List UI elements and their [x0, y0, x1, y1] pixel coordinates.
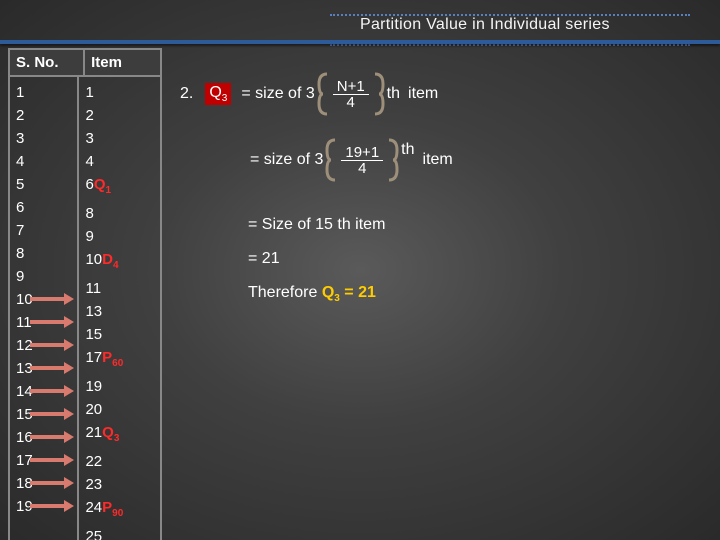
right-bracket-icon: [385, 138, 399, 182]
sno-column: 12345678910111213141516171819: [10, 77, 79, 540]
table-row: 9: [85, 225, 154, 248]
table-row: 20: [85, 398, 154, 421]
header-sno: S. No.: [10, 50, 85, 75]
arrow-icon: [30, 481, 66, 485]
table-row: 19: [85, 375, 154, 398]
table-row: 3: [85, 127, 154, 150]
step-number: 2.: [180, 85, 193, 103]
table-row: 15: [85, 323, 154, 346]
arrow-icon: [30, 435, 66, 439]
arrow-icon: [30, 412, 66, 416]
table-row: 4: [16, 150, 71, 173]
table-row: 4: [85, 150, 154, 173]
partition-marker: Q: [94, 176, 106, 193]
partition-marker: D: [102, 251, 113, 268]
arrow-icon: [30, 320, 66, 324]
equations: 2. Q3 = size of 3 N+1 4 th item = size o…: [180, 72, 457, 204]
table-row: 2: [85, 104, 154, 127]
title-underline: [0, 40, 720, 44]
item-column: 12346Q18910D411131517P60192021Q3222324P9…: [79, 77, 160, 540]
table-row: 8: [85, 202, 154, 225]
partition-marker: Q: [102, 424, 114, 441]
table-header: S. No. Item: [10, 50, 160, 77]
partition-marker: P: [102, 499, 112, 516]
equation-2: = size of 3 19+1 4 th item: [246, 138, 457, 182]
fraction-1: N+1 4: [333, 79, 369, 110]
table-row: 5: [16, 173, 71, 196]
arrow-icon: [30, 389, 66, 393]
table-row: 25: [85, 525, 154, 540]
table-row: 7: [16, 219, 71, 242]
arrow-icon: [30, 343, 66, 347]
arrow-icon: [30, 297, 66, 301]
results: = Size of 15 th item = 21 Therefore Q3 =…: [248, 208, 385, 316]
result-line-3: Therefore Q3 = 21: [248, 276, 385, 316]
table-body: 12345678910111213141516171819 12346Q1891…: [10, 77, 160, 540]
header-item: Item: [85, 50, 160, 75]
table-row: 8: [16, 242, 71, 265]
table-row: 6Q1: [85, 173, 154, 202]
table-row: 13: [85, 300, 154, 323]
arrow-icon: [30, 504, 66, 508]
right-bracket-icon: [371, 72, 385, 116]
q3-box: Q3: [205, 83, 231, 105]
page-title: Partition Value in Individual series: [360, 16, 610, 34]
table-row: 1: [85, 81, 154, 104]
table-row: 17P60: [85, 346, 154, 375]
result-line-2: = 21: [248, 242, 385, 276]
table-row: 3: [16, 127, 71, 150]
equation-1: 2. Q3 = size of 3 N+1 4 th item: [180, 72, 457, 116]
table-row: 21Q3: [85, 421, 154, 450]
table-row: 22: [85, 450, 154, 473]
fraction-2: 19+1 4: [341, 145, 383, 176]
left-bracket-icon: [317, 72, 331, 116]
table-row: 1: [16, 81, 71, 104]
table-row: 9: [16, 265, 71, 288]
left-bracket-icon: [325, 138, 339, 182]
partition-marker: P: [102, 349, 112, 366]
table-row: 10D4: [85, 248, 154, 277]
data-table: S. No. Item 1234567891011121314151617181…: [8, 48, 162, 540]
table-row: 6: [16, 196, 71, 219]
table-row: 11: [85, 277, 154, 300]
table-row: 24P90: [85, 496, 154, 525]
table-row: 23: [85, 473, 154, 496]
result-line-1: = Size of 15 th item: [248, 208, 385, 242]
table-row: 2: [16, 104, 71, 127]
arrow-icon: [30, 366, 66, 370]
arrow-icon: [30, 458, 66, 462]
